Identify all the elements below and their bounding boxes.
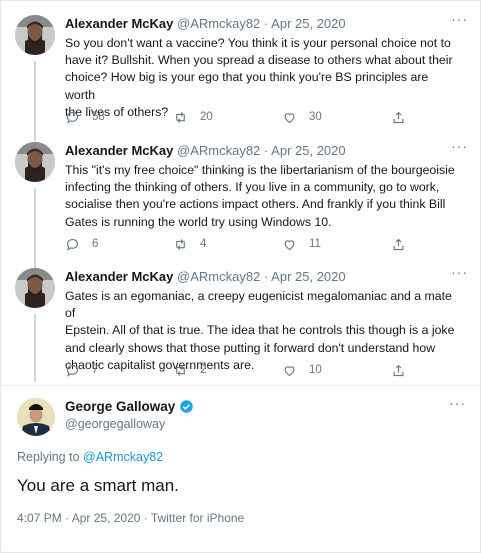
- avatar[interactable]: [17, 398, 55, 436]
- reply-button[interactable]: 6: [65, 235, 98, 253]
- separator-dot: ·: [263, 143, 269, 158]
- retweet-icon: [176, 238, 185, 250]
- author-handle[interactable]: @ARmckay82: [177, 143, 260, 158]
- retweet-count: 4: [200, 238, 207, 250]
- reply-count: 7: [92, 364, 99, 376]
- tweet-text-line: infecting the thinking of others. If you…: [65, 180, 440, 195]
- share-icon: [393, 238, 404, 250]
- like-button[interactable]: 30: [282, 108, 322, 126]
- like-count: 11: [309, 238, 321, 250]
- author-handle[interactable]: @ARmckay82: [177, 16, 260, 31]
- reply-count: 58: [92, 111, 105, 123]
- tweet-page-frame: Alexander McKay @ARmckay82 · Apr 25, 202…: [0, 0, 481, 553]
- author-name[interactable]: Alexander McKay: [65, 16, 173, 31]
- separator-dot: ·: [263, 16, 269, 31]
- thread-connector: [34, 188, 36, 268]
- more-options-icon[interactable]: ···: [451, 264, 468, 280]
- verified-badge-icon: [180, 400, 194, 413]
- tweet-text-line: This "it's my free choice" thinking is t…: [65, 163, 455, 177]
- reply-button[interactable]: 7: [65, 361, 98, 379]
- retweet-icon: [176, 111, 185, 123]
- heart-icon: [284, 365, 295, 376]
- avatar[interactable]: [15, 15, 55, 55]
- tweet-header: Alexander McKay @ARmckay82 · Apr 25, 202…: [65, 15, 346, 33]
- reply-icon: [66, 238, 79, 251]
- more-options-icon[interactable]: ···: [451, 11, 468, 27]
- like-count: 10: [309, 364, 322, 376]
- reply-icon: [66, 364, 79, 377]
- tweet-text-line: socialise then you're actions impact oth…: [65, 197, 446, 212]
- replying-to: Replying to @ARmckay82: [17, 450, 163, 464]
- share-button[interactable]: [391, 108, 406, 126]
- avatar[interactable]: [15, 268, 55, 308]
- retweet-button[interactable]: 4: [173, 235, 206, 253]
- like-button[interactable]: 11: [282, 235, 321, 253]
- share-icon: [393, 111, 404, 123]
- like-button[interactable]: 10: [282, 361, 322, 379]
- retweet-button[interactable]: 2: [173, 361, 206, 379]
- retweet-icon: [176, 364, 185, 376]
- tweet-date[interactable]: Apr 25, 2020: [271, 269, 345, 284]
- main-author: George Galloway: [65, 399, 194, 414]
- replying-to-link[interactable]: @ARmckay82: [83, 450, 163, 464]
- tweet-date[interactable]: Apr 25, 2020: [271, 16, 345, 31]
- tweet-text-line: have it? Bullshit. When you spread a dis…: [65, 53, 453, 68]
- tweet-actions: 7 2 10: [65, 361, 405, 379]
- reply-icon: [66, 111, 79, 124]
- tweet-actions: 58 20 30: [65, 108, 405, 126]
- retweet-button[interactable]: 20: [173, 108, 213, 126]
- thread-connector: [34, 314, 36, 382]
- author-name[interactable]: Alexander McKay: [65, 143, 173, 158]
- tweet-text: This "it's my free choice" thinking is t…: [65, 162, 457, 231]
- tweet-timestamp[interactable]: 4:07 PM · Apr 25, 2020 · Twitter for iPh…: [17, 511, 244, 525]
- divider: [1, 385, 481, 386]
- more-options-icon[interactable]: ···: [451, 138, 468, 154]
- share-button[interactable]: [391, 235, 406, 253]
- retweet-count: 20: [200, 111, 213, 123]
- thread-connector: [34, 61, 36, 141]
- heart-icon: [284, 112, 295, 123]
- main-tweet-text: You are a smart man.: [17, 476, 179, 495]
- tweet-header: Alexander McKay @ARmckay82 · Apr 25, 202…: [65, 268, 346, 286]
- share-button[interactable]: [391, 361, 406, 379]
- author-handle[interactable]: @georgegalloway: [65, 417, 165, 431]
- tweet-header: Alexander McKay @ARmckay82 · Apr 25, 202…: [65, 142, 346, 160]
- tweet-text-line: and clearly shows that those putting it …: [65, 340, 436, 355]
- author-name[interactable]: Alexander McKay: [65, 269, 173, 284]
- reply-count: 6: [92, 238, 99, 250]
- avatar[interactable]: [15, 142, 55, 182]
- tweet-text-line: choice? How big is your ego that you thi…: [65, 70, 429, 102]
- heart-icon: [284, 239, 295, 250]
- share-icon: [393, 364, 404, 376]
- reply-button[interactable]: 58: [65, 108, 105, 126]
- tweet-text-line: Epstein. All of that is true. The idea t…: [65, 323, 455, 338]
- tweet-text-line: So you don't want a vaccine? You think i…: [65, 36, 451, 50]
- tweet-text-line: Gates is running the world try using Win…: [65, 214, 332, 229]
- tweet-text-line: Gates is an egomaniac, a creepy eugenici…: [65, 289, 452, 321]
- retweet-count: 2: [200, 364, 207, 376]
- replying-prefix: Replying to: [17, 450, 80, 464]
- author-handle[interactable]: @ARmckay82: [177, 269, 260, 284]
- tweet-date[interactable]: Apr 25, 2020: [271, 143, 345, 158]
- like-count: 30: [309, 111, 322, 123]
- more-options-icon[interactable]: ···: [449, 395, 466, 411]
- author-name[interactable]: George Galloway: [65, 399, 175, 414]
- tweet-actions: 6 4 11: [65, 235, 405, 253]
- separator-dot: ·: [263, 269, 269, 284]
